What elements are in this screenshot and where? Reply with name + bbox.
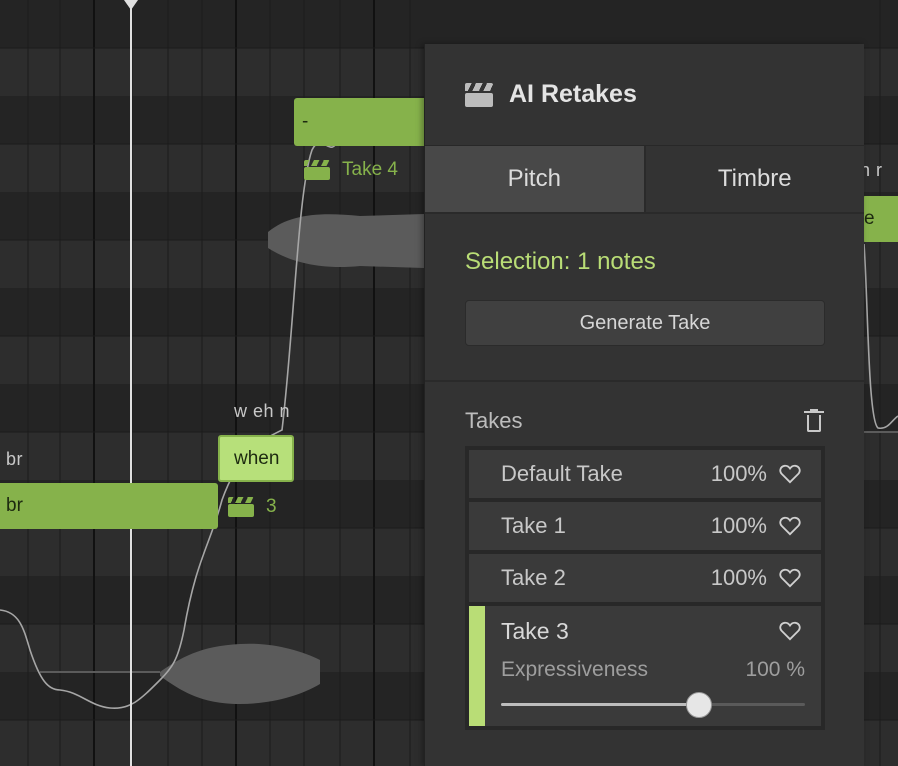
take-name: Take 1 xyxy=(501,513,566,538)
take-tag-label: Take 4 xyxy=(342,159,398,180)
phoneme-label: w eh n xyxy=(234,401,291,421)
note-lyric: e xyxy=(864,208,875,229)
expressiveness-value: 100 % xyxy=(745,658,805,681)
trash-icon[interactable] xyxy=(804,409,824,433)
take-row[interactable]: Take 1 100% xyxy=(469,502,821,550)
heart-icon[interactable] xyxy=(779,516,801,536)
tab-pitch[interactable]: Pitch xyxy=(425,146,646,212)
slider-fill xyxy=(501,703,699,706)
take-tag[interactable]: 3 xyxy=(228,496,277,518)
takes-section: Takes Default Take 100% Take 1 100% Take… xyxy=(425,382,864,730)
note-lyric: - xyxy=(302,111,309,132)
takes-list: Default Take 100% Take 1 100% Take 2 100… xyxy=(465,446,825,730)
heart-icon[interactable] xyxy=(779,568,801,588)
note-block[interactable]: e xyxy=(862,196,898,242)
take-tag-label: 3 xyxy=(266,496,277,517)
selection-section: Selection: 1 notes Generate Take xyxy=(425,214,864,382)
take-percent: 100% xyxy=(710,461,767,486)
take-name: Default Take xyxy=(501,461,623,486)
take-row[interactable]: Take 2 100% xyxy=(469,554,821,602)
note-lyric: br xyxy=(6,495,23,516)
clapperboard-icon xyxy=(228,497,254,517)
ai-retakes-panel: AI Retakes Pitch Timbre Selection: 1 not… xyxy=(424,44,864,766)
clapperboard-icon xyxy=(465,82,493,107)
tab-timbre[interactable]: Timbre xyxy=(646,146,865,212)
note-lyric: when xyxy=(234,447,280,469)
take-percent: 100% xyxy=(710,513,767,538)
note-block[interactable]: br xyxy=(0,483,218,529)
slider-knob[interactable] xyxy=(685,692,712,718)
selection-count: Selection: 1 notes xyxy=(465,248,656,275)
tab-bar: Pitch Timbre xyxy=(425,146,864,214)
takes-label: Takes xyxy=(465,408,523,433)
take-row-active[interactable]: Take 3 Expressiveness 100 % xyxy=(469,606,821,726)
expressiveness-label: Expressiveness xyxy=(501,658,649,681)
take-name: Take 2 xyxy=(501,565,566,590)
clapperboard-icon xyxy=(304,160,330,180)
phoneme-label: br xyxy=(6,449,24,469)
take-name: Take 3 xyxy=(501,617,569,644)
heart-icon[interactable] xyxy=(779,621,801,641)
note-block-selected[interactable]: when xyxy=(218,435,294,482)
panel-title: AI Retakes xyxy=(509,80,637,108)
active-take-indicator xyxy=(469,606,485,726)
expressiveness-slider[interactable] xyxy=(501,690,805,718)
take-percent: 100% xyxy=(710,565,767,590)
note-block[interactable]: - xyxy=(294,98,434,146)
take-tag[interactable]: Take 4 xyxy=(304,159,398,181)
take-row[interactable]: Default Take 100% xyxy=(469,450,821,498)
panel-header: AI Retakes xyxy=(425,44,864,146)
takes-header: Takes xyxy=(465,408,824,434)
heart-icon[interactable] xyxy=(779,464,801,484)
generate-take-button[interactable]: Generate Take xyxy=(465,300,825,346)
